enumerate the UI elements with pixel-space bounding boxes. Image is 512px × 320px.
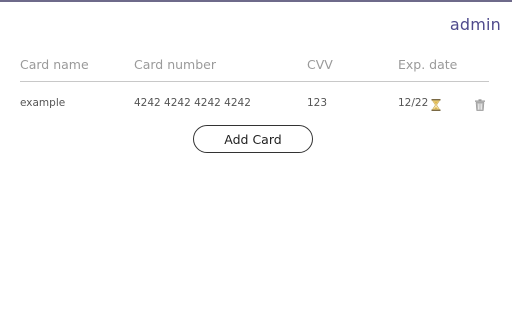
column-header-cvv: CVV <box>307 57 333 72</box>
exp-date-cell: 12/22 <box>398 97 429 109</box>
table-header: Card name Card number CVV Exp. date <box>20 55 489 82</box>
cards-table: Card name Card number CVV Exp. date exam… <box>20 55 489 122</box>
trash-icon[interactable] <box>474 96 486 111</box>
column-header-card-number: Card number <box>134 57 217 72</box>
card-name-cell: example <box>20 97 66 109</box>
column-header-exp-date: Exp. date <box>398 57 458 72</box>
top-border <box>0 0 512 2</box>
cvv-cell: 123 <box>307 97 328 109</box>
card-number-cell: 4242 4242 4242 4242 <box>134 97 251 109</box>
hourglass-icon <box>431 96 441 111</box>
user-menu-link[interactable]: admin <box>450 15 501 34</box>
add-card-button[interactable]: Add Card <box>193 125 313 153</box>
table-row: example 4242 4242 4242 4242 123 12/22 <box>20 82 489 122</box>
column-header-card-name: Card name <box>20 57 89 72</box>
